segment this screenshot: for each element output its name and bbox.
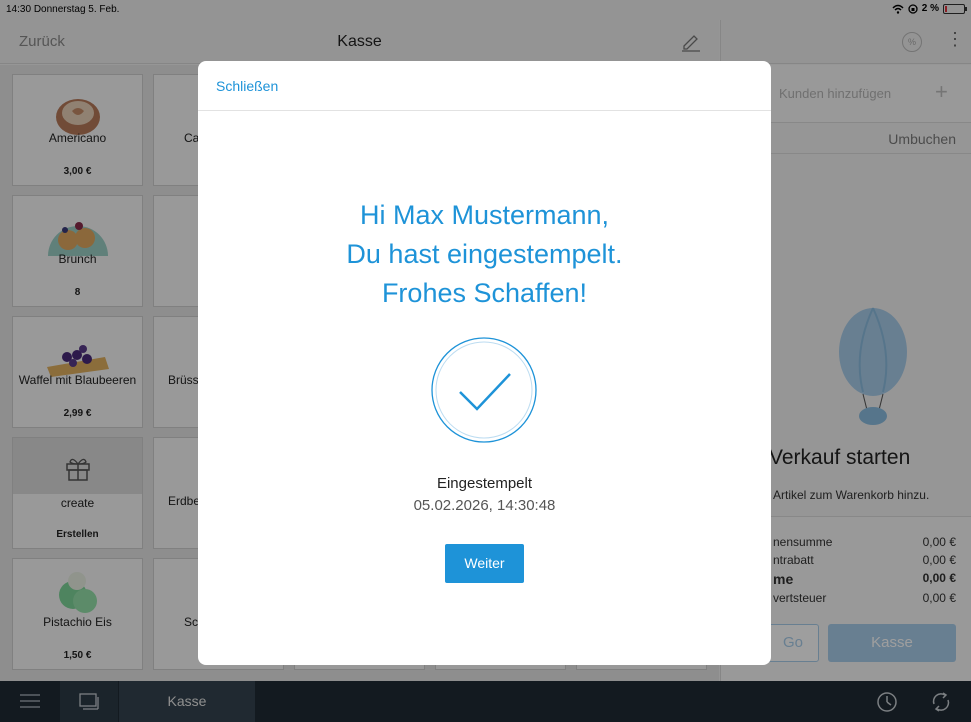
- dialog-header: Schließen: [198, 61, 771, 111]
- checkmark-circle-icon: [431, 337, 537, 443]
- continue-button[interactable]: Weiter: [445, 544, 524, 583]
- app-root: 14:30 Donnerstag 5. Feb. 2 % Zurück Kass…: [0, 0, 971, 722]
- clock-in-timestamp: 05.02.2026, 14:30:48: [413, 497, 556, 514]
- greeting-line-1: Hi Max Mustermann,: [359, 200, 610, 230]
- greeting-line-2: Du hast eingestempelt.: [346, 239, 623, 269]
- greeting-line-3: Frohes Schaffen!: [381, 278, 588, 308]
- clock-in-dialog: Schließen Hi Max Mustermann, Du hast ein…: [198, 61, 771, 665]
- close-button[interactable]: Schließen: [216, 78, 278, 94]
- clock-in-status: Eingestempelt: [436, 475, 533, 492]
- greeting-message: Hi Max Mustermann, Du hast eingestempelt…: [198, 196, 771, 313]
